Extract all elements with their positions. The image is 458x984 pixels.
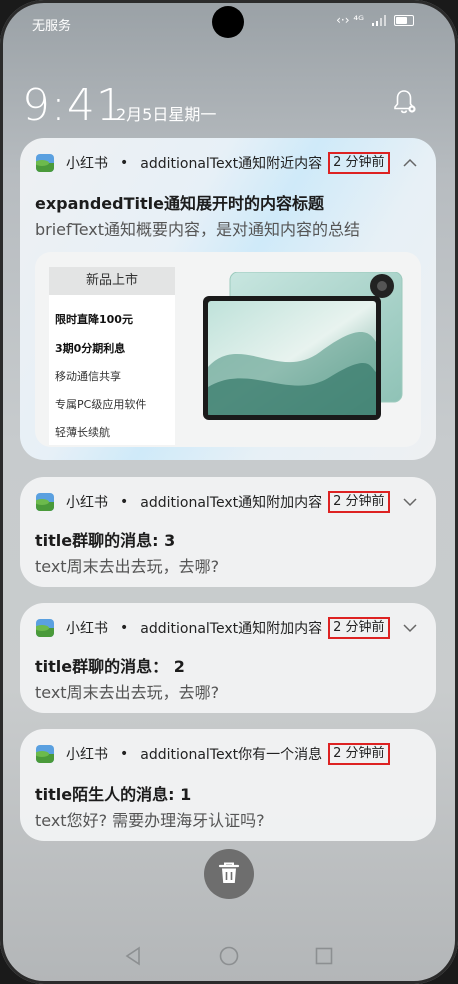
promo-header: 新品上市 [49,267,175,295]
notification-time: 2 分钟前 [328,152,390,174]
notification-time: 2 分钟前 [328,617,390,639]
promo-line: 移动通信共享 [55,370,121,383]
notification-header: 小红书 • additionalText通知附加内容 2 分钟前 [36,617,390,639]
trash-icon [218,862,240,883]
notification-title: title群聊的消息: 3 [35,531,176,550]
battery-icon [394,14,414,26]
notification-text: text周末去出去玩，去哪? [35,683,220,702]
notification-title: title陌生人的消息: 1 [35,785,192,804]
notification-header: 小红书 • additionalText通知附加内容 2 分钟前 [36,491,390,513]
hotspot-signal-icon: ‹·› ⁴ᴳ [336,13,364,27]
notification-title: expandedTitle通知展开时的内容标题 [35,194,324,213]
notification-text: text周末去出去玩，去哪? [35,557,220,576]
separator: • [120,620,129,636]
separator: • [120,494,129,510]
promo-panel: 新品上市 限时直降100元 3期0分期利息 移动通信共享 专属PC级应用软件 轻… [49,267,175,445]
additional-text: additionalText通知附近内容 [140,156,323,172]
signal-icon [372,14,386,26]
notification-card[interactable]: 小红书 • additionalText通知附加内容 2 分钟前 title群聊… [20,477,436,587]
notification-title: title群聊的消息： 2 [35,657,185,676]
back-triangle-icon[interactable] [122,945,144,967]
chevron-down-icon[interactable] [400,618,420,638]
notification-time: 2 分钟前 [328,743,390,765]
app-icon [36,745,54,763]
app-icon [36,619,54,637]
additional-text: additionalText通知附加内容 [140,495,323,511]
notification-card[interactable]: 小红书 • additionalText通知附加内容 2 分钟前 title群聊… [20,603,436,713]
clear-all-button[interactable] [204,849,254,899]
promo-line: 3期0分期利息 [55,342,126,355]
notification-text: text您好? 需要办理海牙认证吗? [35,811,265,830]
notification-header: 小红书 • additionalText通知附近内容 2 分钟前 [36,152,390,174]
app-name: 小红书 [66,621,108,637]
notification-card-expanded[interactable]: 小红书 • additionalText通知附近内容 2 分钟前 expande… [20,138,436,460]
app-name: 小红书 [66,495,108,511]
status-icons: ‹·› ⁴ᴳ [336,13,414,27]
lock-time: 9:41 [22,80,125,131]
app-name: 小红书 [66,747,108,763]
promo-line: 轻薄长续航 [55,426,110,439]
notification-time: 2 分钟前 [328,491,390,513]
lock-screen: 无服务 ‹·› ⁴ᴳ 9:41 2月5日星期一 小红书 • additional… [0,0,458,984]
notification-header: 小红书 • additionalText你有一个消息 2 分钟前 [36,743,390,765]
separator: • [120,746,129,762]
additional-text: additionalText通知附加内容 [140,621,323,637]
app-icon [36,154,54,172]
recent-square-icon[interactable] [313,945,335,967]
promo-line: 专属PC级应用软件 [55,398,147,411]
carrier-label: 无服务 [32,19,72,34]
tablet-product-image [203,272,403,420]
lock-date: 2月5日星期一 [116,105,217,124]
separator: • [120,155,129,171]
notification-image[interactable]: 新品上市 限时直降100元 3期0分期利息 移动通信共享 专属PC级应用软件 轻… [35,252,421,447]
chevron-down-icon[interactable] [400,492,420,512]
app-name: 小红书 [66,156,108,172]
home-circle-icon[interactable] [218,945,240,967]
bell-settings-icon[interactable] [392,88,418,116]
status-bar: 无服务 ‹·› ⁴ᴳ [0,0,458,40]
additional-text: additionalText你有一个消息 [140,747,323,763]
chevron-up-icon[interactable] [400,153,420,173]
app-icon [36,493,54,511]
promo-line: 限时直降100元 [55,313,133,326]
notification-text: briefText通知概要内容，是对通知内容的总结 [35,220,361,239]
notification-card[interactable]: 小红书 • additionalText你有一个消息 2 分钟前 title陌生… [20,729,436,841]
